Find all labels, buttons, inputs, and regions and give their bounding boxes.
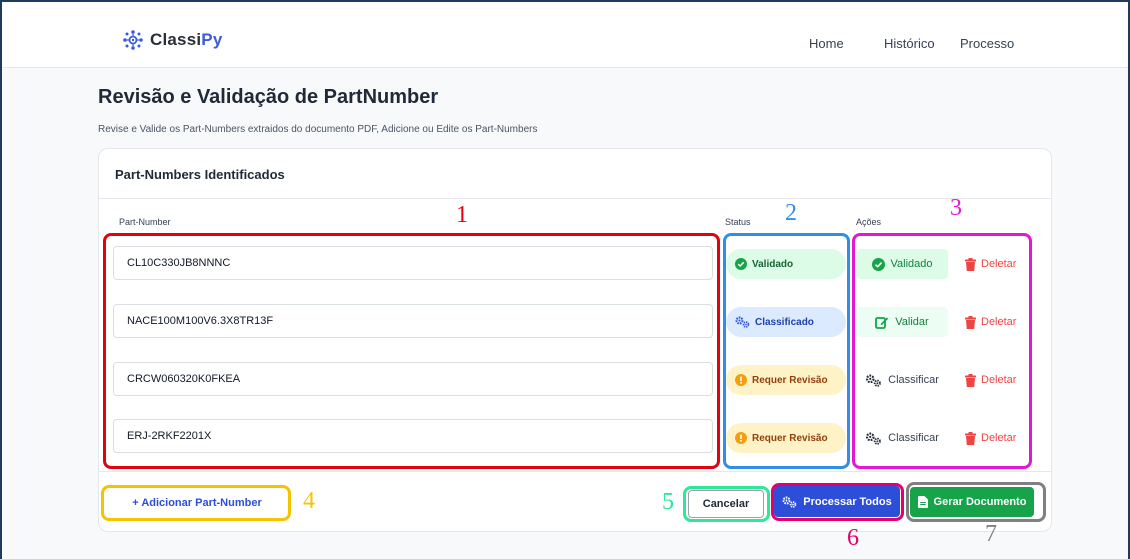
annotation-box-5 [683,486,770,522]
annotation-number-1: 1 [456,202,468,228]
annotation-number-6: 6 [847,525,859,551]
atom-network-icon [122,29,144,51]
annotation-number-5: 5 [662,489,674,515]
column-header-part-number: Part-Number [119,217,171,227]
annotation-number-7: 7 [985,521,997,547]
annotation-number-3: 3 [950,195,962,221]
card-footer-divider [99,471,1051,472]
card-header: Part-Numbers Identificados [99,149,1051,199]
page-title: Revisão e Validação de PartNumber [98,86,439,108]
brand-name: ClassiPy [150,30,223,49]
brand-logo[interactable]: ClassiPy [122,29,223,51]
annotation-box-6 [771,483,904,521]
annotation-box-3 [852,233,1032,469]
page-subtitle: Revise e Valide os Part-Numbers extraido… [98,124,538,135]
card-title: Part-Numbers Identificados [115,167,285,182]
annotation-number-4: 4 [303,488,315,514]
annotation-box-7 [906,482,1046,522]
column-header-actions: Ações [856,217,882,227]
annotation-box-2 [723,233,850,469]
annotation-box-4 [101,485,291,521]
column-header-status: Status [725,217,751,227]
navbar: ClassiPy Home Histórico Processo [2,2,1128,68]
annotation-box-1 [103,233,720,469]
nav-link-historico[interactable]: Histórico [884,36,935,51]
annotation-number-2: 2 [785,200,797,226]
nav-link-home[interactable]: Home [809,36,844,51]
nav-link-processo[interactable]: Processo [960,36,1014,51]
